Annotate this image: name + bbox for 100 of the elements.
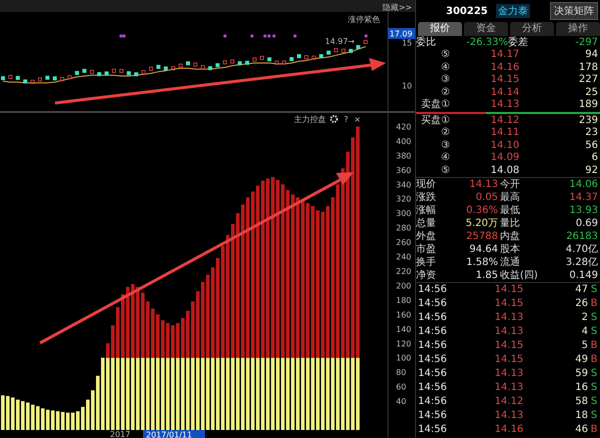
- level-label: ④: [440, 152, 450, 164]
- axis-label: 300: [396, 209, 412, 218]
- chart-title: 主力控盘: [294, 115, 326, 124]
- trade-volume: 47: [574, 283, 588, 297]
- axis-label: 2017: [110, 430, 130, 438]
- trade-volume: 16: [574, 381, 588, 395]
- axis-label: 80: [396, 368, 406, 378]
- volume-value: 56: [584, 140, 599, 152]
- trade-price: 14.15: [494, 339, 524, 353]
- level-label: ②: [440, 86, 450, 99]
- axis-label: 180: [396, 296, 412, 305]
- axis-label: 240: [396, 252, 412, 262]
- price-tag: 17.09: [388, 28, 415, 39]
- level-label: ②: [440, 127, 450, 140]
- volume-value: 178: [578, 62, 599, 74]
- stat-value: 14.06: [568, 178, 599, 191]
- axis-label: 420: [396, 122, 412, 132]
- volume-value: 6: [590, 152, 599, 164]
- trade-volume: 26: [574, 297, 588, 311]
- volume-value: 25: [584, 86, 599, 99]
- stat-value: 0.149: [568, 269, 599, 282]
- axis-label: 380: [396, 151, 412, 160]
- price-value: 14.10: [490, 140, 520, 152]
- trade-price: 14.13: [494, 381, 524, 395]
- row-label: 委比: [416, 36, 437, 49]
- tab[interactable]: 资金: [464, 22, 508, 36]
- stat-label: 现价: [416, 178, 437, 191]
- level-label: ⑤: [440, 164, 450, 177]
- axis-label: 10: [402, 82, 412, 91]
- level-label: ④: [440, 62, 450, 74]
- stat-value: 14.13: [468, 178, 499, 191]
- stat-label: 最高: [500, 191, 521, 204]
- tab[interactable]: 操作: [556, 22, 600, 36]
- stat-label: 净资: [416, 269, 437, 282]
- trade-volume: 46: [574, 423, 588, 437]
- level-label: ⑤: [440, 49, 450, 62]
- price-value: 14.16: [490, 62, 520, 74]
- help-button[interactable]: ?: [344, 115, 348, 124]
- stat-label: 今开: [500, 178, 521, 191]
- trade-volume: 49: [574, 353, 588, 367]
- hide-button[interactable]: 隐藏>>: [382, 3, 412, 12]
- price-value: 14.15: [490, 74, 520, 86]
- tab[interactable]: 报价: [418, 22, 462, 36]
- trade-volume: 4: [580, 325, 588, 339]
- axis-label: 400: [396, 136, 412, 146]
- volume-value: 227: [578, 74, 599, 86]
- stat-value: 5.20万: [464, 217, 499, 230]
- trade-side: B: [590, 297, 598, 311]
- tab[interactable]: 分析: [510, 22, 554, 36]
- stat-value: 4.70亿: [564, 243, 599, 256]
- axis-label: 160: [396, 310, 412, 320]
- ratio-value: -297: [574, 36, 599, 49]
- axis-label: 340: [396, 180, 412, 190]
- stat-label: 市盈: [416, 243, 437, 256]
- price-value: 14.12: [490, 114, 520, 127]
- stat-value: 26183: [565, 230, 599, 243]
- volume-value: 239: [578, 114, 599, 127]
- trade-side: S: [590, 409, 598, 423]
- stat-value: 1.58%: [465, 256, 499, 269]
- trade-side: B: [590, 423, 598, 437]
- chart-note: 涨停紫色: [348, 15, 380, 24]
- price-value: 14.08: [490, 164, 520, 177]
- trade-time: 14:56: [418, 283, 448, 297]
- axis-label: 15: [402, 38, 412, 48]
- trade-side: B: [590, 353, 598, 367]
- matrix-button[interactable]: 决策矩阵: [550, 2, 598, 20]
- volume-value: 189: [578, 99, 599, 112]
- stat-value: 14.37: [568, 191, 599, 204]
- trade-side: B: [590, 339, 598, 353]
- ratio-value: -26.33%: [465, 36, 508, 49]
- trade-side: S: [590, 367, 598, 381]
- trade-time: 14:56: [418, 381, 448, 395]
- axis-label: 140: [396, 324, 412, 334]
- trade-side: S: [590, 381, 598, 395]
- stat-label: 最低: [500, 204, 521, 217]
- stat-value: 1.85: [474, 269, 499, 282]
- stat-label: 收益(四): [500, 269, 539, 282]
- trade-volume: 2: [580, 311, 588, 325]
- axis-label: 320: [396, 194, 412, 204]
- trade-volume: 18: [574, 409, 588, 423]
- axis-label: 40: [396, 397, 406, 406]
- volume-value: 92: [584, 164, 599, 177]
- stock-name: 金力泰: [496, 4, 530, 18]
- stat-label: 涨幅: [416, 204, 437, 217]
- trade-price: 14.16: [494, 423, 524, 437]
- close-button[interactable]: ×: [354, 115, 361, 124]
- trade-time: 14:56: [418, 423, 448, 437]
- date-tag: 2017/01/11: [143, 430, 205, 438]
- trade-price: 14.13: [494, 409, 524, 423]
- level-label: 买盘①: [420, 114, 450, 127]
- stat-label: 涨跌: [416, 191, 437, 204]
- stat-value: 0.69: [574, 217, 599, 230]
- stat-label: 换手: [416, 256, 437, 269]
- trade-time: 14:56: [418, 339, 448, 353]
- settings-icon[interactable]: [330, 115, 338, 123]
- stat-value: 25788: [465, 230, 499, 243]
- trade-side: S: [590, 395, 598, 409]
- level-label: ③: [440, 74, 450, 86]
- trade-time: 14:56: [418, 311, 448, 325]
- trade-time: 14:56: [418, 325, 448, 339]
